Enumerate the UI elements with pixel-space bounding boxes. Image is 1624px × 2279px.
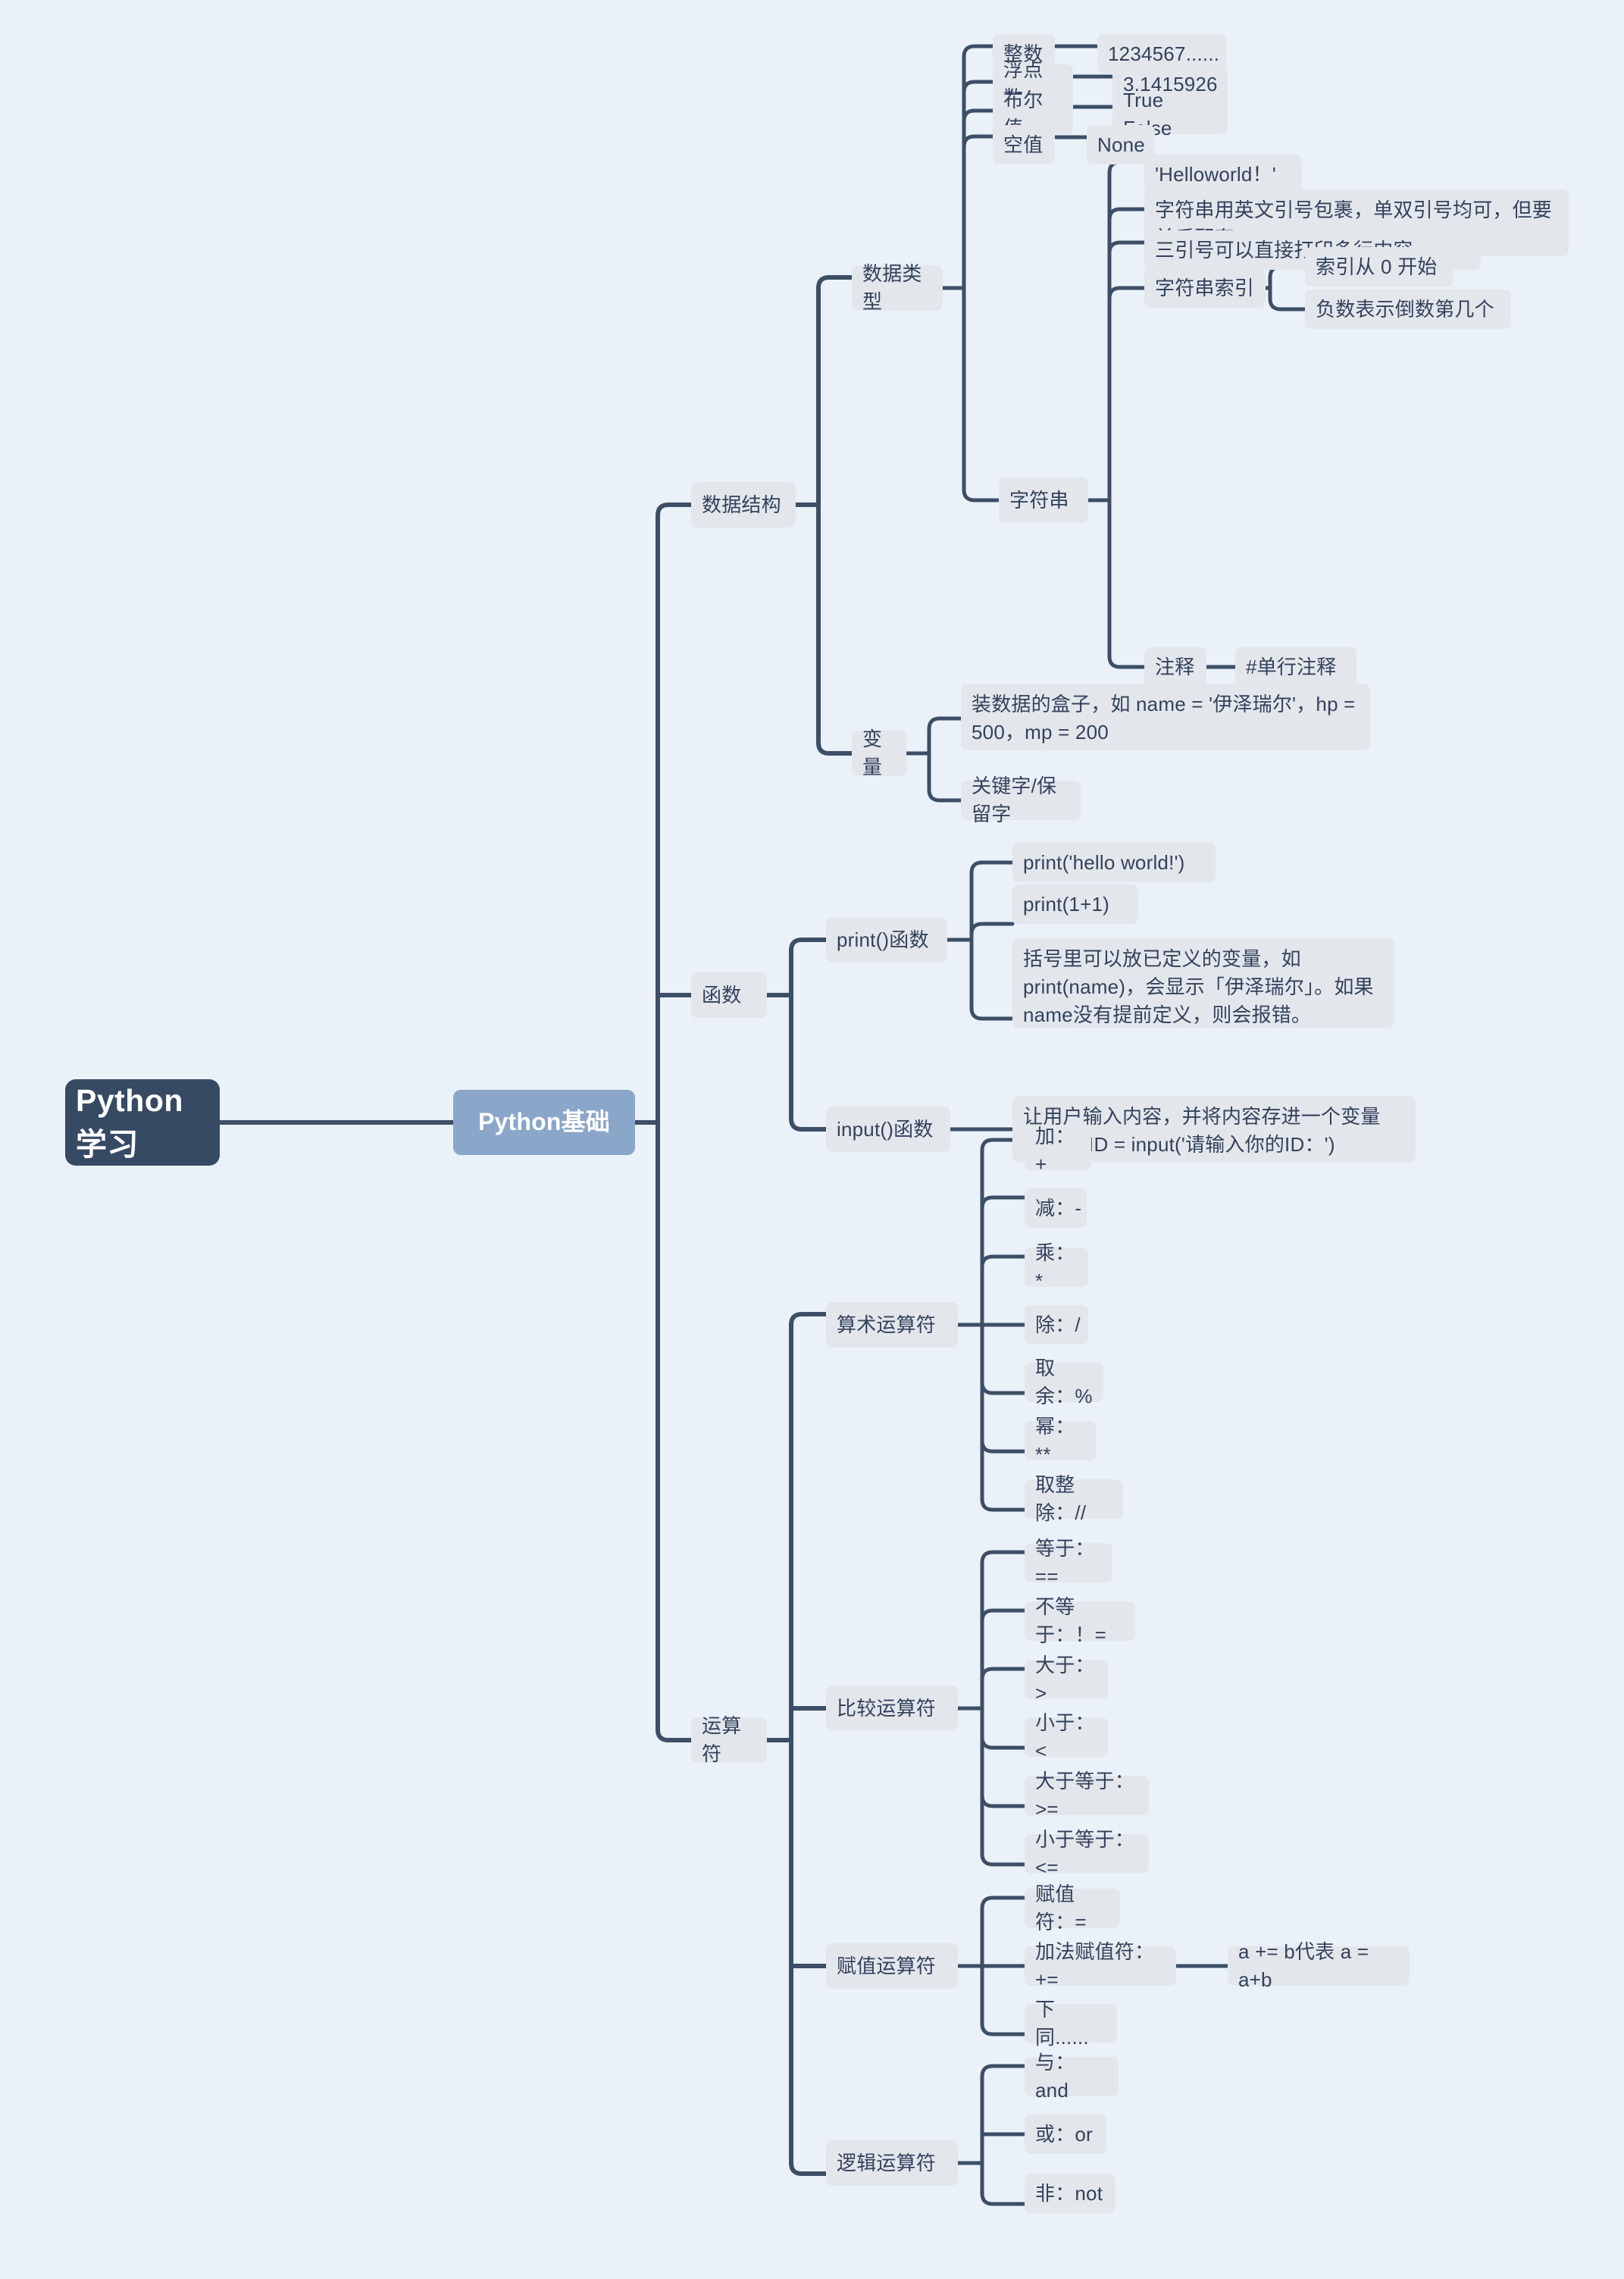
node-assign-more[interactable]: 下同...... [1025,1998,1117,2049]
node-arith-multiply[interactable]: 乘：* [1025,1241,1088,1292]
node-logic-or[interactable]: 或：or [1025,2115,1106,2154]
node-label: 比较运算符 [837,1696,937,1720]
node-print-sum[interactable]: print(1+1) [1012,884,1138,924]
node-cmp-greater[interactable]: 大于：> [1025,1654,1108,1705]
node-print-hello-world[interactable]: print('hello world!') [1012,843,1216,882]
node-cmp-greater-equal[interactable]: 大于等于：>= [1025,1770,1149,1820]
level1-node-python-basics[interactable]: Python基础 [453,1090,635,1155]
level1-label: Python基础 [477,1108,611,1136]
node-label: 注释 [1155,655,1195,678]
node-label: 索引从 0 开始 [1316,255,1438,278]
node-comment-value[interactable]: #单行注释 [1235,647,1356,687]
node-label: 加法赋值符：+= [1035,1940,1155,1991]
node-label: 负数表示倒数第几个 [1316,297,1494,321]
node-label: 幂：** [1035,1415,1075,1466]
node-assignment-operator[interactable]: 赋值运算符 [826,1943,958,1989]
node-operator[interactable]: 运算符 [691,1714,767,1765]
node-comparison-operator[interactable]: 比较运算符 [826,1686,958,1731]
node-cmp-not-equal[interactable]: 不等于：！= [1025,1595,1135,1646]
node-arith-add[interactable]: 加：+ [1025,1125,1091,1176]
node-keyword-reserved[interactable]: 关键字/保留字 [961,775,1081,825]
node-cmp-less-equal[interactable]: 小于等于：<= [1025,1828,1149,1879]
node-label: None [1097,133,1145,156]
node-label: 字符串 [1009,488,1069,512]
node-label: 变量 [862,728,883,778]
node-arith-power[interactable]: 幂：** [1025,1415,1096,1466]
node-cmp-less[interactable]: 小于：< [1025,1711,1108,1762]
node-label: 赋值符：= [1035,1883,1087,1933]
root-node[interactable]: Python 学习 [65,1079,220,1166]
node-label: 'Helloworld！' [1155,162,1276,186]
node-print-variable-note[interactable]: 括号里可以放已定义的变量，如print(name)，会显示「伊泽瑞尔」。如果na… [1012,938,1394,1028]
node-label: 运算符 [702,1714,742,1765]
node-variable-desc[interactable]: 装数据的盒子，如 name = '伊泽瑞尔'，hp = 500，mp = 200 [961,684,1370,750]
node-label: input()函数 [837,1117,934,1141]
node-label: 大于：> [1035,1654,1095,1705]
node-logical-operator[interactable]: 逻辑运算符 [826,2140,958,2186]
node-label: 函数 [702,983,742,1006]
node-function[interactable]: 函数 [691,972,767,1018]
node-label: 数据结构 [702,493,781,516]
node-string-example[interactable]: 'Helloworld！' [1144,155,1302,194]
node-data-structure[interactable]: 数据结构 [691,482,796,527]
node-label: 等于：== [1035,1537,1095,1588]
node-label: 字符串索引 [1155,276,1255,299]
node-input-function[interactable]: input()函数 [826,1107,950,1152]
node-label: 取余：% [1035,1357,1093,1407]
node-print-function[interactable]: print()函数 [826,917,947,963]
node-arithmetic-operator[interactable]: 算术运算符 [826,1302,958,1348]
node-string[interactable]: 字符串 [999,477,1088,523]
node-label: 括号里可以放已定义的变量，如print(name)，会显示「伊泽瑞尔」。如果na… [1023,947,1374,1026]
node-label: 空值 [1003,133,1044,156]
node-label: 算术运算符 [837,1313,937,1336]
node-label: a += b代表 a = a+b [1238,1940,1375,1991]
node-label: 1234567...... [1108,42,1220,65]
node-assign-plus-equals-note[interactable]: a += b代表 a = a+b [1228,1940,1410,1991]
mindmap-canvas: Python 学习 Python基础 数据结构 数据类型 整数 1234567.… [0,0,1624,2279]
node-label: 大于等于：>= [1035,1770,1135,1820]
node-assign-plus-equals[interactable]: 加法赋值符：+= [1025,1940,1176,1991]
node-comment[interactable]: 注释 [1144,647,1206,687]
node-label: 逻辑运算符 [837,2151,937,2174]
node-arith-subtract[interactable]: 减：- [1025,1188,1087,1228]
node-logic-not[interactable]: 非：not [1025,2174,1116,2213]
node-data-types[interactable]: 数据类型 [852,262,943,313]
node-label: 不等于：！= [1035,1595,1106,1646]
node-string-index[interactable]: 字符串索引 [1144,268,1266,308]
node-arith-divide[interactable]: 除：/ [1025,1305,1088,1345]
node-label: 乘：* [1035,1241,1075,1292]
node-label: 减：- [1035,1196,1082,1219]
node-label: 下同...... [1035,1998,1089,2049]
root-label: Python 学习 [76,1082,192,1162]
node-label: print('hello world!') [1023,850,1185,874]
node-label: 或：or [1035,2122,1093,2146]
node-label: 非：not [1035,2181,1103,2205]
node-label: print()函数 [837,928,929,951]
node-arith-floordiv[interactable]: 取整除：// [1025,1473,1123,1524]
node-string-index-negative[interactable]: 负数表示倒数第几个 [1305,290,1511,329]
node-variable[interactable]: 变量 [852,728,906,778]
node-label: 与：and [1035,2051,1075,2102]
node-label: 赋值运算符 [837,1954,937,1977]
node-logic-and[interactable]: 与：and [1025,2051,1119,2102]
node-label: 关键字/保留字 [972,775,1057,825]
node-label: 小于：< [1035,1711,1095,1762]
node-label: 小于等于：<= [1035,1828,1135,1879]
node-label: #单行注释 [1246,655,1337,678]
node-label: 加：+ [1035,1125,1075,1176]
node-label: 除：/ [1035,1313,1081,1336]
node-cmp-equal[interactable]: 等于：== [1025,1537,1112,1588]
node-label: 取整除：// [1035,1473,1087,1524]
node-assign-equals[interactable]: 赋值符：= [1025,1883,1120,1933]
node-string-index-zero[interactable]: 索引从 0 开始 [1305,247,1453,286]
node-arith-modulo[interactable]: 取余：% [1025,1357,1103,1407]
node-label: 数据类型 [862,262,922,313]
node-label: print(1+1) [1023,892,1109,916]
node-none-type[interactable]: 空值 [993,125,1055,164]
node-label: 装数据的盒子，如 name = '伊泽瑞尔'，hp = 500，mp = 200 [972,693,1361,743]
